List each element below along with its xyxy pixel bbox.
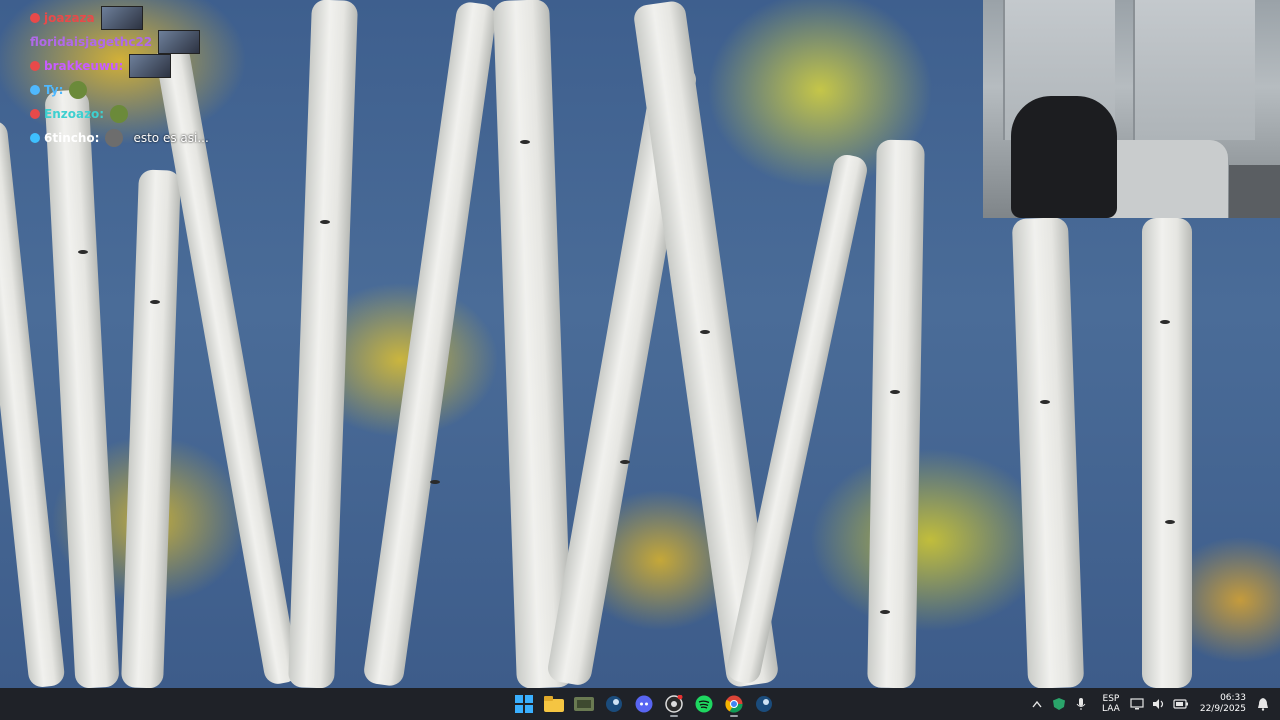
obs-button[interactable] — [661, 691, 687, 717]
steam-button[interactable] — [601, 691, 627, 717]
taskbar-apps — [511, 688, 777, 720]
spotify-icon — [695, 695, 713, 713]
game-icon — [574, 697, 594, 711]
chat-username: Enzoazo: — [44, 107, 105, 121]
chat-username: brakkeuwu: — [44, 59, 124, 73]
user-badge-icon — [30, 61, 40, 71]
steam-icon — [606, 696, 622, 712]
chat-message: Enzoazo: — [30, 102, 290, 126]
clock-time: 06:33 — [1220, 693, 1246, 703]
tree-trunk — [288, 0, 358, 688]
discord-button[interactable] — [631, 691, 657, 717]
steam-button-2[interactable] — [751, 691, 777, 717]
tree-trunk — [724, 152, 870, 686]
game-app-button[interactable] — [571, 691, 597, 717]
steam-icon — [756, 696, 772, 712]
user-badge-icon — [30, 109, 40, 119]
tree-trunk — [1011, 217, 1085, 688]
system-tray: ESP LAA 06:33 22/9/2025 — [1028, 688, 1280, 720]
tree-trunk — [362, 0, 498, 688]
stream-chat-overlay: joazaza floridaisjagethc22 brakkeuwu: Ty… — [30, 6, 290, 150]
emote-icon — [110, 105, 129, 123]
window-blind — [1133, 0, 1255, 140]
user-avatar — [129, 54, 172, 78]
obs-icon — [665, 695, 683, 713]
spotify-button[interactable] — [691, 691, 717, 717]
clock-date: 22/9/2025 — [1199, 704, 1246, 714]
chat-message: brakkeuwu: — [30, 54, 290, 78]
network-icon[interactable] — [1128, 695, 1146, 713]
emote-icon — [105, 129, 124, 147]
chrome-icon — [725, 695, 743, 713]
keyboard-layout: LAA — [1102, 704, 1120, 714]
file-explorer-button[interactable] — [541, 691, 567, 717]
desk — [1229, 165, 1280, 218]
chat-username: 6tincho: — [44, 131, 100, 145]
chat-username: joazaza — [44, 11, 95, 25]
user-avatar — [158, 30, 201, 54]
discord-icon — [635, 695, 653, 713]
user-avatar — [100, 6, 143, 30]
tree-trunk — [493, 0, 573, 688]
tree-trunk — [120, 169, 182, 688]
folder-icon — [544, 696, 564, 712]
clock[interactable]: 06:33 22/9/2025 — [1200, 693, 1246, 715]
user-badge-icon — [30, 13, 40, 23]
chat-username: Ty: — [44, 83, 64, 97]
chat-message: floridaisjagethc22 — [30, 30, 290, 54]
tree-trunk — [867, 139, 925, 688]
chat-message-text: esto es asi... — [133, 131, 209, 145]
tree-trunk — [1142, 218, 1192, 688]
chevron-up-icon[interactable] — [1028, 695, 1046, 713]
microphone-icon[interactable] — [1072, 695, 1090, 713]
user-badge-icon — [30, 133, 40, 143]
windows-icon — [515, 695, 533, 713]
chrome-button[interactable] — [721, 691, 747, 717]
webcam-overlay — [983, 0, 1280, 218]
chat-message: Ty: — [30, 78, 290, 102]
taskbar: ESP LAA 06:33 22/9/2025 — [0, 688, 1280, 720]
language-code: ESP — [1102, 694, 1120, 704]
emote-icon — [69, 81, 88, 99]
input-language[interactable]: ESP LAA — [1102, 694, 1120, 714]
gaming-chair — [1011, 96, 1117, 218]
chat-message: joazaza — [30, 6, 290, 30]
chat-username: floridaisjagethc22 — [30, 35, 153, 49]
security-shield-icon[interactable] — [1050, 695, 1068, 713]
battery-icon[interactable] — [1172, 695, 1190, 713]
start-button[interactable] — [511, 691, 537, 717]
user-badge-icon — [30, 85, 40, 95]
notification-bell-icon[interactable] — [1254, 695, 1272, 713]
chat-message: 6tincho: esto es asi... — [30, 126, 290, 150]
volume-icon[interactable] — [1150, 695, 1168, 713]
